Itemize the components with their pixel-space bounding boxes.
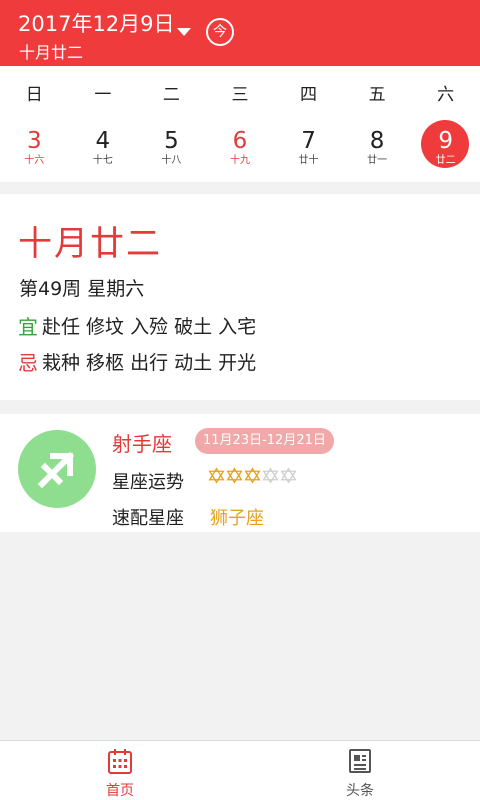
star-empty-icon	[280, 467, 297, 484]
day-number: 5	[164, 128, 179, 154]
day-lunar: 十六	[24, 155, 45, 166]
tab-news-label: 头条	[346, 783, 374, 799]
star-filled-icon	[244, 467, 261, 484]
chevron-down-icon[interactable]	[177, 28, 191, 36]
day-number: 3	[26, 128, 42, 154]
auspicious-list: 赴任 修坟 入殓 破土 入宅	[42, 316, 257, 338]
tab-news[interactable]: 头条	[240, 741, 480, 800]
day-number: 8	[369, 128, 385, 154]
week-info: 第49周 星期六	[19, 278, 145, 300]
week-calendar: 日 一 二 三 四 五 六 3 十六 4 十七 5 十八 6 十九 7 廿十 8…	[0, 66, 480, 182]
zodiac-name: 射手座	[112, 432, 172, 456]
weekday-label: 六	[437, 85, 455, 105]
star-filled-icon	[208, 467, 225, 484]
calendar-icon	[108, 749, 132, 774]
day-number: 4	[95, 128, 111, 154]
weekday-label: 日	[25, 85, 43, 105]
fortune-label: 星座运势	[112, 472, 184, 493]
weekday-label: 五	[368, 85, 386, 105]
day-cell-selected[interactable]: 9 廿二	[411, 120, 480, 184]
today-button[interactable]: 今	[206, 18, 234, 46]
day-lunar: 十七	[92, 155, 113, 166]
day-number: 6	[232, 128, 248, 154]
weekday-label: 一	[94, 85, 112, 105]
day-lunar: 廿一	[367, 155, 388, 166]
day-number: 7	[301, 128, 316, 154]
lunar-date: 十月廿二	[19, 43, 84, 62]
day-cell[interactable]: 4 十七	[69, 128, 138, 184]
weekday-label: 四	[300, 85, 318, 105]
lunar-date-large: 十月廿二	[18, 224, 162, 264]
almanac-card: 十月廿二 第49周 星期六 宜 赴任 修坟 入殓 破土 入宅 忌 栽种 移柩 出…	[0, 194, 480, 400]
match-label: 速配星座	[112, 508, 184, 529]
auspicious-row: 宜 赴任 修坟 入殓 破土 入宅	[18, 311, 256, 340]
day-number: 9	[438, 128, 453, 154]
day-cell[interactable]: 6 十九	[206, 128, 275, 184]
top-header: 2017年12月9日 十月廿二 今	[0, 0, 480, 66]
ji-icon: 忌	[18, 351, 38, 375]
yi-icon: 宜	[18, 315, 38, 339]
day-cell[interactable]: 3 十六	[0, 128, 69, 184]
bottom-nav: 首页 头条	[0, 740, 480, 800]
day-cell[interactable]: 5 十八	[137, 128, 206, 184]
match-zodiac: 狮子座	[210, 508, 264, 529]
day-cell[interactable]: 7 廿十	[274, 128, 343, 184]
tab-home-label: 首页	[106, 783, 134, 799]
day-lunar: 廿十	[298, 155, 319, 166]
star-filled-icon	[226, 467, 243, 484]
tab-home[interactable]: 首页	[0, 741, 240, 800]
inauspicious-list: 栽种 移柩 出行 动土 开光	[42, 352, 257, 374]
day-row: 3 十六 4 十七 5 十八 6 十九 7 廿十 8 廿一 9 廿二	[0, 120, 480, 184]
date-title[interactable]: 2017年12月9日	[18, 8, 175, 38]
day-lunar: 廿二	[435, 155, 456, 166]
zodiac-date-range: 11月23日-12月21日	[195, 428, 334, 454]
sagittarius-icon	[18, 430, 96, 508]
day-lunar: 十九	[229, 155, 250, 166]
inauspicious-row: 忌 栽种 移柩 出行 动土 开光	[18, 347, 256, 376]
weekday-label: 三	[231, 85, 249, 105]
star-empty-icon	[262, 467, 279, 484]
newspaper-icon	[349, 749, 371, 773]
fortune-rating	[208, 467, 298, 484]
weekday-header: 日 一 二 三 四 五 六	[0, 80, 480, 105]
weekday-label: 二	[162, 85, 180, 105]
horoscope-card[interactable]: 射手座 11月23日-12月21日 星座运势 速配星座 狮子座	[0, 414, 480, 532]
day-cell[interactable]: 8 廿一	[343, 128, 412, 184]
day-lunar: 十八	[161, 155, 182, 166]
